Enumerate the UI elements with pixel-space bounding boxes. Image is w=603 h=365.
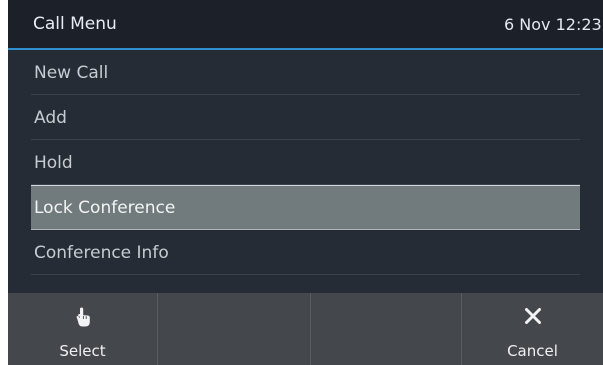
close-icon	[462, 307, 603, 329]
title-bar: Call Menu 6 Nov 12:23	[8, 0, 603, 50]
date-time: 6 Nov 12:23	[504, 15, 602, 34]
menu-item-conference-info[interactable]: Conference Info	[31, 230, 580, 275]
cancel-softkey[interactable]: Cancel	[462, 293, 603, 365]
call-menu-list: New Call Add Hold Lock Conference Confer…	[31, 50, 580, 275]
menu-item-hold[interactable]: Hold	[31, 140, 580, 185]
phone-screen: Call Menu 6 Nov 12:23 New Call Add Hold …	[8, 0, 603, 365]
hand-pointer-icon	[8, 307, 157, 329]
menu-item-new-call[interactable]: New Call	[31, 50, 580, 95]
menu-item-add[interactable]: Add	[31, 95, 580, 140]
softkey-slot-3	[311, 293, 462, 365]
menu-item-label: New Call	[34, 63, 109, 83]
softkey-bar: Select Cancel	[8, 293, 603, 365]
menu-item-label: Lock Conference	[34, 198, 176, 218]
screen-title: Call Menu	[33, 14, 117, 34]
cancel-softkey-label: Cancel	[507, 342, 558, 360]
menu-item-label: Conference Info	[34, 243, 169, 263]
select-softkey-label: Select	[59, 342, 106, 360]
softkey-slot-2	[158, 293, 311, 365]
menu-item-lock-conference[interactable]: Lock Conference	[31, 185, 580, 230]
menu-item-label: Hold	[34, 153, 73, 173]
select-softkey[interactable]: Select	[8, 293, 158, 365]
menu-item-label: Add	[34, 108, 67, 128]
